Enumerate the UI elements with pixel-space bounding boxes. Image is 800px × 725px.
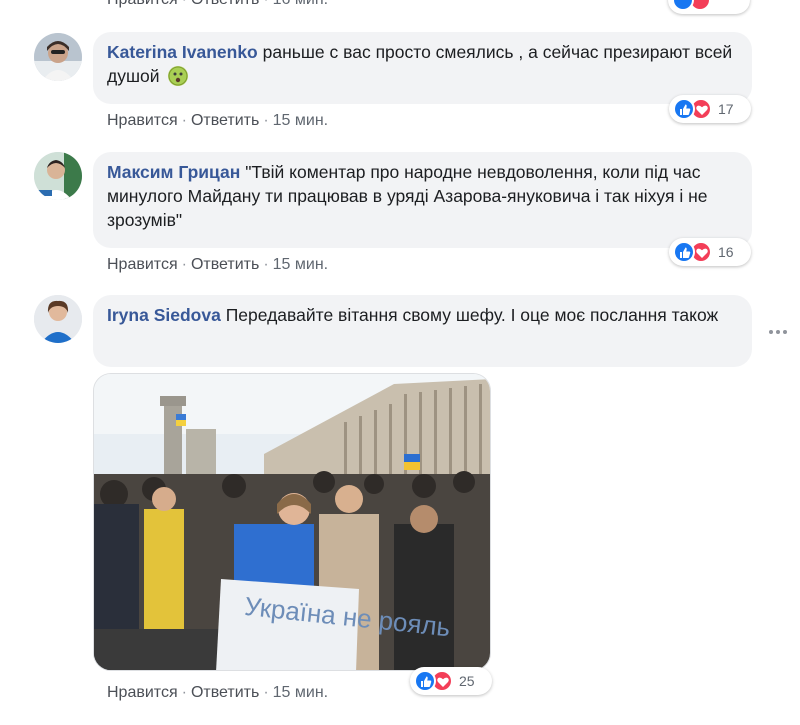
comment-actions-top: Нравится·Ответить·16 мин.	[107, 0, 328, 9]
reply-button[interactable]: Ответить	[191, 256, 259, 273]
separator: ·	[263, 112, 269, 129]
separator: ·	[263, 256, 269, 273]
comment-actions: Нравится · Ответить · 15 мин.	[107, 684, 328, 702]
reactions-summary[interactable]: 25	[410, 667, 492, 695]
timestamp: 15 мин.	[272, 112, 329, 129]
separator: ·	[263, 684, 269, 701]
like-button[interactable]: Нравится	[107, 256, 178, 273]
comment-photo[interactable]: Україна не рояль	[93, 373, 491, 671]
reactions-summary[interactable]: 16	[669, 238, 751, 266]
comment-actions: Нравится · Ответить · 15 мин.	[107, 256, 328, 274]
avatar-photo	[34, 152, 82, 200]
comment-bubble: Максим Грицан "Твій коментар про народне…	[93, 152, 752, 248]
reactions-summary[interactable]: 17	[669, 95, 751, 123]
separator: ·	[181, 112, 187, 129]
like-icon	[673, 98, 695, 120]
like-icon	[673, 241, 695, 263]
reply-button[interactable]: Ответить	[191, 112, 259, 129]
reply-button[interactable]: Ответить	[191, 0, 259, 8]
separator: ·	[259, 0, 272, 8]
timestamp: 15 мин.	[272, 256, 329, 273]
comment-author[interactable]: Iryna Siedova	[107, 305, 221, 325]
like-button[interactable]: Нравится	[107, 112, 178, 129]
reaction-count: 16	[718, 244, 734, 260]
timestamp: 15 мин.	[272, 684, 329, 701]
avatar[interactable]	[34, 152, 82, 200]
comment-text: Передавайте вітання свому шефу. І оце мо…	[225, 305, 719, 325]
like-icon	[672, 0, 694, 11]
reply-button[interactable]: Ответить	[191, 684, 259, 701]
comment-author[interactable]: Katerina Ivanenko	[107, 42, 258, 62]
reaction-count: 17	[718, 101, 734, 117]
comment-bubble: Iryna Siedova Передавайте вітання свому …	[93, 295, 752, 367]
like-button[interactable]: Нравится	[107, 0, 178, 8]
reactions-summary-top[interactable]	[668, 0, 750, 14]
separator: ·	[178, 0, 191, 8]
reaction-count: 25	[459, 673, 475, 689]
avatar-photo	[34, 33, 82, 81]
comment-actions: Нравится · Ответить · 15 мин.	[107, 112, 328, 130]
avatar-photo	[34, 295, 82, 343]
protest-photo: Україна не рояль	[94, 374, 490, 670]
avatar[interactable]	[34, 295, 82, 343]
separator: ·	[181, 256, 187, 273]
emoji-icon	[168, 66, 189, 86]
comment-author[interactable]: Максим Грицан	[107, 162, 240, 182]
comment-bubble: Katerina Ivanenko раньше с вас просто см…	[93, 32, 752, 104]
separator: ·	[181, 684, 187, 701]
timestamp: 16 мин.	[273, 0, 328, 8]
like-button[interactable]: Нравится	[107, 684, 178, 701]
more-options-icon[interactable]	[768, 322, 788, 334]
like-icon	[414, 670, 436, 692]
avatar[interactable]	[34, 33, 82, 81]
